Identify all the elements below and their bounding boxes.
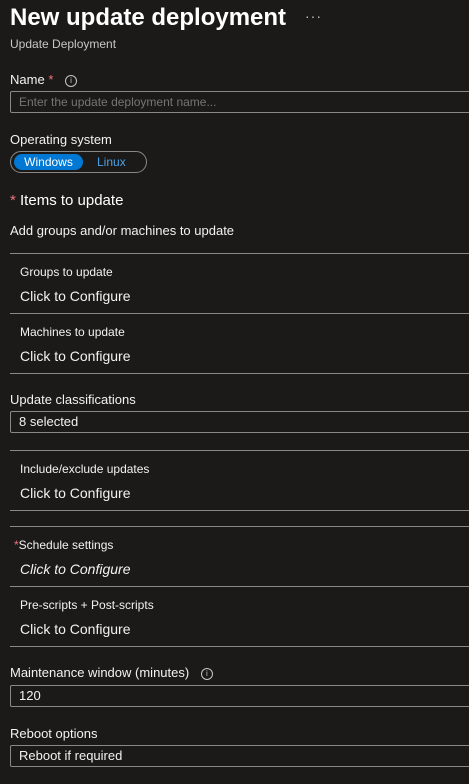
os-toggle: Windows Linux bbox=[10, 151, 147, 173]
schedule-label: Schedule settings bbox=[18, 538, 114, 552]
required-mark: * bbox=[48, 72, 54, 87]
groups-configure-link[interactable]: Click to Configure bbox=[20, 288, 131, 304]
machines-label: Machines to update bbox=[20, 325, 125, 339]
os-label: Operating system bbox=[10, 132, 112, 147]
divider bbox=[10, 450, 469, 451]
maintenance-label: Maintenance window (minutes) bbox=[10, 665, 190, 680]
page-title: New update deployment bbox=[10, 4, 287, 31]
items-to-update-label: Items to update bbox=[20, 192, 124, 209]
divider bbox=[10, 313, 469, 314]
schedule-configure-link[interactable]: Click to Configure bbox=[20, 561, 131, 577]
include-exclude-configure-link[interactable]: Click to Configure bbox=[20, 485, 131, 501]
divider bbox=[10, 646, 469, 647]
machines-configure-link[interactable]: Click to Configure bbox=[20, 348, 131, 364]
info-icon[interactable]: i bbox=[65, 75, 77, 87]
page-subtitle: Update Deployment bbox=[10, 37, 117, 51]
maintenance-input[interactable]: 120 bbox=[10, 685, 469, 707]
include-exclude-label: Include/exclude updates bbox=[20, 462, 150, 476]
divider bbox=[10, 510, 469, 511]
more-icon[interactable]: ··· bbox=[305, 8, 322, 24]
name-input[interactable] bbox=[10, 91, 469, 113]
schedule-label-row: *Schedule settings bbox=[14, 538, 113, 552]
reboot-label: Reboot options bbox=[10, 726, 98, 741]
reboot-dropdown[interactable]: Reboot if required bbox=[10, 745, 469, 767]
divider bbox=[10, 373, 469, 374]
os-option-linux[interactable]: Linux bbox=[97, 154, 126, 170]
divider bbox=[10, 253, 469, 254]
divider bbox=[10, 526, 469, 527]
name-label: Name bbox=[10, 72, 45, 87]
scripts-configure-link[interactable]: Click to Configure bbox=[20, 621, 131, 637]
groups-label: Groups to update bbox=[20, 265, 113, 279]
name-label-row: Name * i bbox=[10, 72, 77, 87]
divider bbox=[10, 586, 469, 587]
scripts-label: Pre-scripts + Post-scripts bbox=[20, 598, 154, 612]
classifications-label: Update classifications bbox=[10, 392, 136, 407]
info-icon[interactable]: i bbox=[200, 668, 213, 680]
os-option-windows[interactable]: Windows bbox=[14, 154, 83, 170]
required-mark: * bbox=[10, 192, 16, 209]
items-to-update-description: Add groups and/or machines to update bbox=[10, 223, 235, 238]
classifications-dropdown[interactable]: 8 selected bbox=[10, 411, 469, 433]
maintenance-label-row: Maintenance window (minutes) i bbox=[10, 665, 213, 680]
items-to-update-title: * Items to update bbox=[10, 192, 123, 209]
